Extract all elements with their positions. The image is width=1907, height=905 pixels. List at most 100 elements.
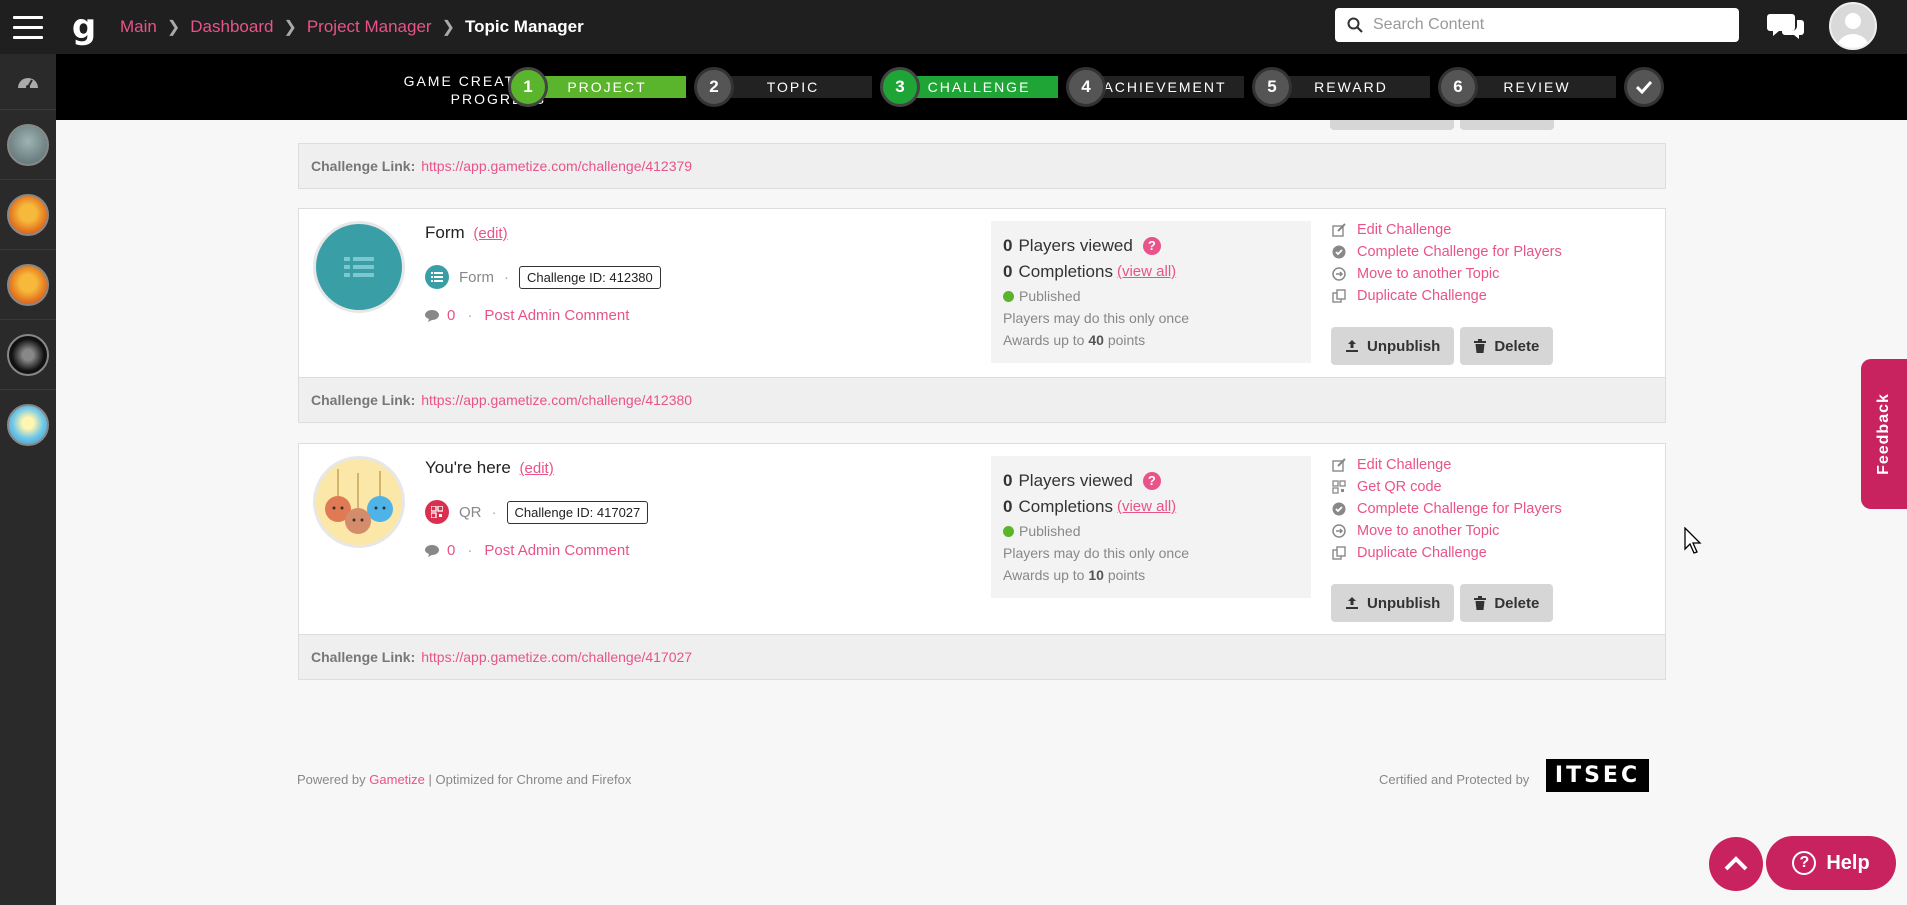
duplicate-challenge-link[interactable]: Duplicate Challenge [1331,542,1651,564]
frequency-text: Players may do this only once [1003,545,1189,561]
get-qr-code-link[interactable]: Get QR code [1331,476,1651,498]
move-topic-link[interactable]: Move to another Topic [1331,263,1651,285]
challenge-title-text: Form [425,223,465,242]
challenge-actions: Edit Challenge Complete Challenge for Pl… [1331,219,1651,307]
challenge-link-label: Challenge Link: [311,392,416,408]
step-4-circle[interactable]: 4 [1066,67,1106,107]
project-thumbnail [7,193,49,236]
check-icon[interactable] [1624,67,1664,107]
action-label: Get QR code [1357,479,1442,495]
help-question-icon[interactable]: ? [1142,237,1161,255]
step-project[interactable]: PROJECT [528,76,686,98]
trash-icon [1474,339,1487,353]
step-reward[interactable]: REWARD [1272,76,1430,98]
step-6-circle[interactable]: 6 [1438,67,1478,107]
challenge-stats: 0 Players viewed ? 0 Completions (view a… [991,221,1311,363]
search-box[interactable] [1335,8,1739,42]
edit-challenge-link[interactable]: Edit Challenge [1331,219,1651,241]
edit-title-link[interactable]: (edit) [520,460,554,477]
search-input[interactable] [1373,16,1723,34]
project-avatar-3[interactable] [0,249,56,319]
post-admin-comment-link[interactable]: Post Admin Comment [484,307,629,324]
move-topic-link[interactable]: Move to another Topic [1331,520,1651,542]
complete-challenge-link[interactable]: Complete Challenge for Players [1331,498,1651,520]
separator-dot: · [504,268,509,286]
action-label: Edit Challenge [1357,457,1452,473]
challenge-link[interactable]: https://app.gametize.com/challenge/41237… [421,158,692,174]
help-question-icon[interactable]: ? [1142,472,1161,490]
challenge-link[interactable]: https://app.gametize.com/challenge/41702… [421,649,692,665]
step-review[interactable]: REVIEW [1458,76,1616,98]
completions-count: 0 [1003,262,1013,281]
post-admin-comment-link[interactable]: Post Admin Comment [484,542,629,559]
gametize-link[interactable]: Gametize [369,772,425,787]
help-button[interactable]: ? Help [1766,836,1896,890]
view-all-link[interactable]: (view all) [1117,259,1176,285]
delete-button[interactable]: Delete [1460,327,1554,365]
check-circle-icon [1331,244,1347,260]
unpublish-button-partial[interactable] [1330,120,1454,130]
step-1-circle[interactable]: 1 [508,67,548,107]
step-challenge[interactable]: CHALLENGE [900,76,1058,98]
gametize-logo[interactable]: g [66,0,102,54]
feedback-tab[interactable]: Feedback [1861,359,1907,509]
project-avatar-4[interactable] [0,319,56,389]
published-status: Published [1003,285,1299,307]
challenge-comments: 0 · Post Admin Comment [425,307,629,324]
delete-button[interactable]: Delete [1460,584,1554,622]
step-achievement[interactable]: ACHIEVEMENT [1086,76,1244,98]
certified-text: Certified and Protected by [1379,772,1530,787]
project-thumbnail [7,123,49,166]
edit-title-link[interactable]: (edit) [473,225,507,242]
step-5-circle[interactable]: 5 [1252,67,1292,107]
challenge-link-row: Challenge Link: https://app.gametize.com… [298,377,1666,423]
challenge-actions: Edit Challenge Get QR code Complete Chal… [1331,454,1651,564]
chat-icon[interactable] [1766,8,1806,42]
project-avatar-5[interactable] [0,389,56,459]
step-3-circle[interactable]: 3 [880,67,920,107]
duplicate-challenge-link[interactable]: Duplicate Challenge [1331,285,1651,307]
edit-icon [1331,222,1347,238]
step-2-circle[interactable]: 2 [694,67,734,107]
breadcrumb-main[interactable]: Main [120,17,157,37]
dashboard-icon[interactable] [0,54,56,109]
itsec-logo: ITSEC [1546,759,1649,792]
comment-count[interactable]: 0 [447,307,455,324]
action-label: Move to another Topic [1357,523,1500,539]
unpublish-button[interactable]: Unpublish [1331,327,1455,365]
challenge-stats: 0 Players viewed ? 0 Completions (view a… [991,456,1311,598]
comment-icon [425,309,439,322]
breadcrumb-project-manager[interactable]: Project Manager [307,17,432,37]
scroll-to-top-button[interactable] [1709,837,1763,891]
completions-count: 0 [1003,497,1013,516]
delete-button-partial[interactable] [1460,120,1554,130]
challenge-type-label: QR [459,503,482,521]
project-avatar-1[interactable] [0,109,56,179]
unpublish-button[interactable]: Unpublish [1331,584,1455,622]
question-circle-icon: ? [1792,851,1817,875]
breadcrumb-dashboard[interactable]: Dashboard [190,17,273,37]
awards-text: Awards up to 10 points [1003,564,1299,586]
completions-label: Completions [1018,497,1113,516]
help-label: Help [1826,851,1870,874]
comment-count[interactable]: 0 [447,542,455,559]
project-thumbnail [7,333,49,376]
menu-icon[interactable] [0,0,56,54]
awards-suffix: points [1107,567,1146,583]
complete-challenge-link[interactable]: Complete Challenge for Players [1331,241,1651,263]
form-type-icon [425,265,449,289]
view-all-link[interactable]: (view all) [1117,494,1176,520]
challenge-buttons: Unpublish Delete [1331,327,1554,365]
user-avatar[interactable] [1829,2,1877,50]
project-avatar-2[interactable] [0,179,56,249]
edit-challenge-link[interactable]: Edit Challenge [1331,454,1651,476]
challenge-link[interactable]: https://app.gametize.com/challenge/41238… [421,392,692,408]
comment-icon [425,544,439,557]
awards-prefix: Awards up to [1003,332,1085,348]
arrow-circle-icon [1331,523,1347,539]
players-viewed: 0 Players viewed ? [1003,233,1299,259]
separator-dot: · [467,307,473,324]
step-topic[interactable]: TOPIC [714,76,872,98]
footer-powered-by: Powered by Gametize | Optimized for Chro… [297,772,631,787]
delete-label: Delete [1494,337,1540,355]
